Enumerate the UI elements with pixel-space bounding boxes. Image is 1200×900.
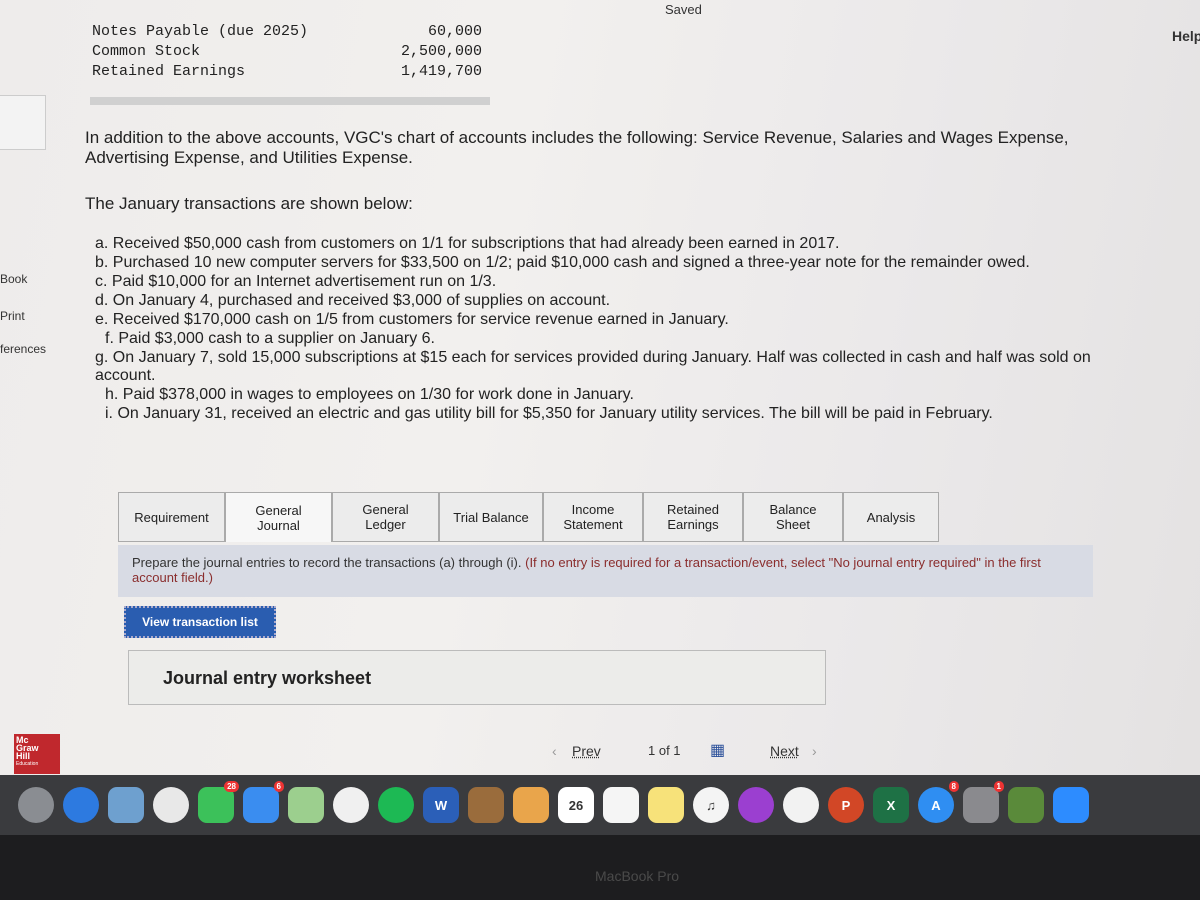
- tab-general-journal[interactable]: General Journal: [225, 492, 332, 542]
- account-row: Retained Earnings 1,419,700: [92, 62, 482, 82]
- chevron-left-icon: ‹: [552, 743, 557, 759]
- dock-icon-label: W: [434, 797, 448, 813]
- sidebar-item-references[interactable]: ferences: [0, 342, 46, 356]
- preview-icon[interactable]: [108, 787, 144, 823]
- worksheet-title: Journal entry worksheet: [163, 668, 372, 688]
- app-store-icon[interactable]: A8: [918, 781, 959, 823]
- transaction-item: f. Paid $3,000 cash to a supplier on Jan…: [105, 330, 435, 347]
- dock-icon-label: A: [931, 797, 941, 813]
- page-indicator: 1 of 1: [648, 743, 681, 758]
- intro-text: In addition to the above accounts, VGC's…: [85, 128, 1069, 167]
- prev-button[interactable]: Prev: [572, 743, 601, 759]
- tab-general-ledger[interactable]: General Ledger: [332, 492, 439, 542]
- maps-icon[interactable]: [288, 787, 324, 823]
- device-label: MacBook Pro: [595, 868, 680, 884]
- excel-icon[interactable]: X: [873, 787, 909, 823]
- account-name: Retained Earnings: [92, 63, 246, 80]
- sidebar-panel: [0, 95, 46, 150]
- transaction-item: h. Paid $378,000 in wages to employees o…: [105, 386, 634, 403]
- next-button[interactable]: Next: [770, 743, 799, 759]
- view-transaction-list-button[interactable]: View transaction list: [124, 606, 276, 638]
- journal-entry-worksheet-panel: Journal entry worksheet: [128, 650, 826, 705]
- grid-icon[interactable]: ▦: [710, 740, 725, 760]
- spotify-icon[interactable]: [378, 787, 414, 823]
- notification-badge: 6: [273, 781, 284, 792]
- sidebar-item-print[interactable]: Print: [0, 309, 25, 323]
- messages-icon[interactable]: 6: [243, 781, 284, 823]
- help-link[interactable]: Help: [1172, 28, 1200, 44]
- table-scrollbar[interactable]: [90, 97, 490, 105]
- zoom-icon[interactable]: [1053, 787, 1089, 823]
- transaction-item: i. On January 31, received an electric a…: [105, 405, 993, 422]
- account-amount: 60,000: [427, 23, 482, 40]
- transaction-list: a. Received $50,000 cash from customers …: [95, 235, 1145, 424]
- transaction-item: d. On January 4, purchased and received …: [95, 292, 611, 309]
- account-name: Notes Payable (due 2025): [92, 23, 309, 40]
- podcasts-icon[interactable]: [738, 787, 774, 823]
- notification-badge: 28: [224, 781, 239, 792]
- transaction-item: a. Received $50,000 cash from customers …: [95, 235, 840, 252]
- photos-icon[interactable]: [333, 787, 369, 823]
- account-row: Notes Payable (due 2025) 60,000: [92, 22, 482, 42]
- notes-icon[interactable]: [648, 787, 684, 823]
- macos-dock: 28 6 W 26 ♫ P X A 8 1: [0, 775, 1200, 835]
- dock-icon-label: ♫: [706, 797, 716, 813]
- tab-trial-balance[interactable]: Trial Balance: [439, 492, 543, 542]
- tab-requirement[interactable]: Requirement: [118, 492, 225, 542]
- transactions-heading: The January transactions are shown below…: [85, 194, 413, 213]
- tab-balance-sheet[interactable]: Balance Sheet: [743, 492, 843, 542]
- dock-icon-label: P: [841, 797, 851, 813]
- mcgraw-hill-logo: Mc Graw Hill Education: [14, 734, 60, 774]
- facetime-icon[interactable]: 28: [198, 781, 239, 823]
- system-preferences-icon[interactable]: 1: [963, 781, 1004, 823]
- requirement-tabs: Requirement General Journal General Ledg…: [118, 492, 939, 542]
- logo-line: Hill: [16, 751, 31, 761]
- news-icon[interactable]: [783, 787, 819, 823]
- instructions-text: Prepare the journal entries to record th…: [132, 555, 522, 570]
- dock-icon-label: X: [886, 797, 896, 813]
- calendar-icon[interactable]: 26: [558, 787, 594, 823]
- notification-badge: 8: [948, 781, 959, 792]
- account-amount: 2,500,000: [400, 43, 482, 60]
- accounts-table: Notes Payable (due 2025) 60,000 Common St…: [92, 22, 482, 82]
- browser-page: Saved Help Notes Payable (due 2025) 60,00…: [0, 0, 1200, 775]
- word-icon[interactable]: W: [423, 787, 459, 823]
- tab-retained-earnings[interactable]: Retained Earnings: [643, 492, 743, 542]
- keynote-icon[interactable]: [513, 787, 549, 823]
- saved-status: Saved: [665, 2, 702, 17]
- launchpad-icon[interactable]: [18, 787, 54, 823]
- transaction-item: b. Purchased 10 new computer servers for…: [95, 254, 1030, 271]
- dock-icon-label: 26: [568, 797, 584, 813]
- tab-analysis[interactable]: Analysis: [843, 492, 939, 542]
- minecraft-icon[interactable]: [1008, 787, 1044, 823]
- safari-icon[interactable]: [63, 787, 99, 823]
- tab-income-statement[interactable]: Income Statement: [543, 492, 643, 542]
- transaction-item: e. Received $170,000 cash on 1/5 from cu…: [95, 311, 729, 328]
- reminders-icon[interactable]: [603, 787, 639, 823]
- notification-badge: 1: [993, 781, 1004, 792]
- logo-line: Education: [16, 761, 39, 767]
- account-row: Common Stock 2,500,000: [92, 42, 482, 62]
- instructions-box: Prepare the journal entries to record th…: [118, 545, 1093, 597]
- chevron-right-icon: ›: [812, 743, 817, 759]
- music-icon[interactable]: ♫: [693, 787, 729, 823]
- transaction-item: g. On January 7, sold 15,000 subscriptio…: [95, 349, 1091, 384]
- transaction-item: c. Paid $10,000 for an Internet advertis…: [95, 273, 497, 290]
- account-amount: 1,419,700: [400, 63, 482, 80]
- notefile-icon[interactable]: [468, 787, 504, 823]
- account-name: Common Stock: [92, 43, 201, 60]
- chrome-icon[interactable]: [153, 787, 189, 823]
- powerpoint-icon[interactable]: P: [828, 787, 864, 823]
- sidebar-item-ebook[interactable]: Book: [0, 272, 27, 286]
